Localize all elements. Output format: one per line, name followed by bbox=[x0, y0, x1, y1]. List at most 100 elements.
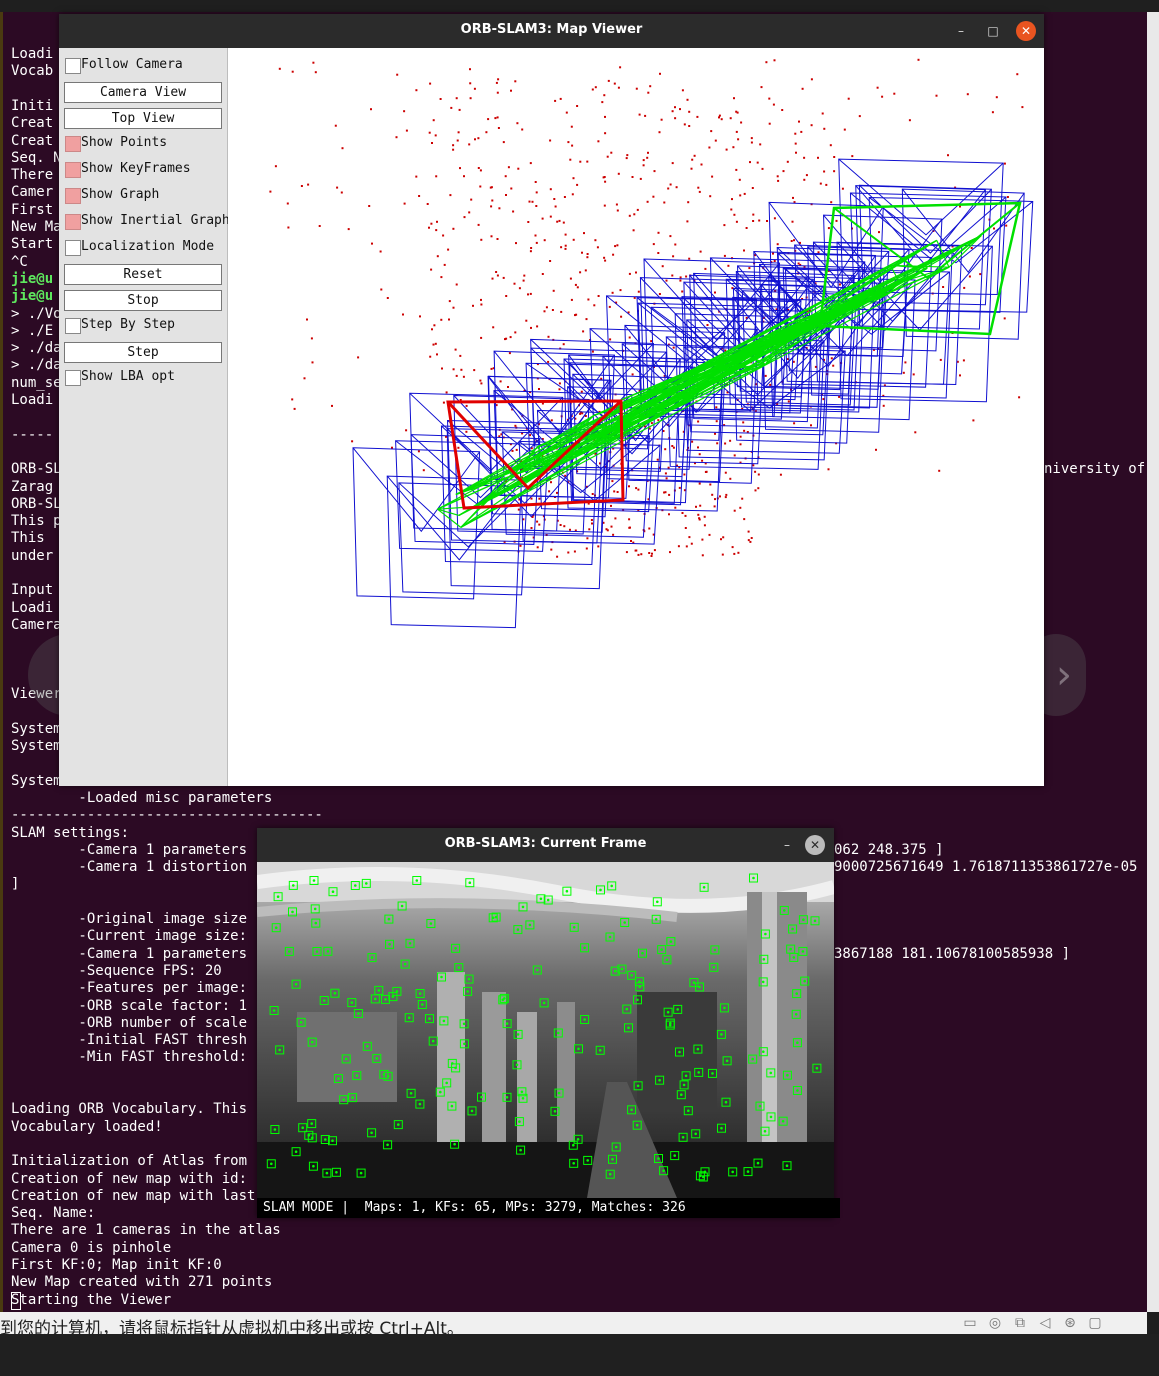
map-3d-view bbox=[269, 58, 1034, 629]
chevron-right-icon: › bbox=[1056, 652, 1072, 698]
follow-camera-label[interactable]: Follow Camera bbox=[81, 57, 183, 72]
reset-button[interactable]: Reset bbox=[64, 264, 222, 285]
show-points-checkbox[interactable] bbox=[65, 136, 81, 152]
covisibility-graph bbox=[437, 201, 1022, 528]
terminal-line: jie@u bbox=[11, 288, 54, 305]
disk-icon[interactable]: ▭ bbox=[960, 1314, 980, 1332]
terminal-line: First KF:0; Map init KF:0 bbox=[11, 1257, 222, 1273]
terminal-line: This bbox=[11, 530, 45, 547]
follow-camera-checkbox[interactable] bbox=[65, 58, 81, 74]
terminal-line: Creat bbox=[11, 132, 54, 149]
terminal-line: Vocab bbox=[11, 63, 54, 80]
terminal-line: -Initial FAST thresh bbox=[11, 1032, 248, 1049]
terminal-line: Vocabulary loaded! bbox=[11, 1118, 163, 1135]
show-keyframes-checkbox[interactable] bbox=[65, 162, 81, 178]
terminal-top-bar bbox=[0, 0, 1159, 12]
close-button[interactable]: ✕ bbox=[1016, 21, 1036, 41]
terminal-line-fragment: 9000725671649 1.7618711353861727e-05 bbox=[834, 859, 1138, 876]
terminal-line: Camera bbox=[11, 616, 62, 633]
step-by-step-label[interactable]: Step By Step bbox=[81, 317, 175, 332]
map-viewer-title: ORB-SLAM3: Map Viewer bbox=[460, 22, 643, 37]
terminal-line-fragment: 062 248.375 ] bbox=[834, 841, 944, 858]
terminal-line: New Ma bbox=[11, 219, 62, 235]
display-icon[interactable]: ▢ bbox=[1085, 1314, 1105, 1332]
terminal-left-edge bbox=[0, 12, 3, 1312]
map-viewer-window[interactable]: ORB-SLAM3: Map Viewer – □ ✕ Follow Camer… bbox=[59, 14, 1044, 786]
show-points-label[interactable]: Show Points bbox=[81, 135, 167, 150]
terminal-line: under bbox=[11, 547, 54, 564]
terminal-line: Creation of new map with id: bbox=[11, 1170, 248, 1187]
camera-view-button[interactable]: Camera View bbox=[64, 82, 222, 103]
show-graph-checkbox[interactable] bbox=[65, 188, 81, 204]
terminal-line: Starting the Viewer bbox=[11, 1291, 172, 1308]
cd-icon[interactable]: ◎ bbox=[985, 1314, 1005, 1332]
terminal-line: Initialization of Atlas from bbox=[11, 1153, 248, 1170]
localization-mode-checkbox[interactable] bbox=[65, 240, 81, 256]
host-bottom-bar bbox=[0, 1334, 1159, 1376]
minimize-button[interactable]: – bbox=[777, 835, 797, 855]
current-frame-title: ORB-SLAM3: Current Frame bbox=[444, 836, 647, 851]
terminal-line: > ./Vo bbox=[11, 305, 62, 322]
terminal-line: Seq. Name: bbox=[11, 1205, 96, 1222]
terminal-line: ORB-SL bbox=[11, 495, 62, 512]
show-inertial-graph-checkbox[interactable] bbox=[65, 214, 81, 230]
vm-device-icons: ▭ ◎ ⧉ ◁ ⊛ ▢ bbox=[960, 1314, 1105, 1334]
terminal-line: System bbox=[11, 720, 62, 737]
show-keyframes-label[interactable]: Show KeyFrames bbox=[81, 161, 191, 176]
step-button[interactable]: Step bbox=[64, 342, 222, 363]
current-frame-titlebar[interactable]: ORB-SLAM3: Current Frame – ✕ bbox=[257, 828, 834, 862]
terminal-line: First bbox=[11, 201, 54, 218]
terminal-line: -Features per image: bbox=[11, 980, 248, 997]
terminal-line: Seq. N bbox=[11, 149, 62, 166]
terminal-line: -Camera 1 parameters bbox=[11, 945, 248, 962]
map-viewer-titlebar[interactable]: ORB-SLAM3: Map Viewer – □ ✕ bbox=[59, 14, 1044, 48]
viewer-control-panel: Follow Camera Camera View Top View Show Poi… bbox=[59, 48, 230, 786]
terminal-line: -ORB number of scale bbox=[11, 1014, 248, 1031]
terminal-line: Loading ORB Vocabulary. This bbox=[11, 1101, 248, 1118]
top-view-button[interactable]: Top View bbox=[64, 108, 222, 129]
terminal-line: Camera 0 is pinhole bbox=[11, 1239, 172, 1256]
terminal-line: Initi bbox=[11, 97, 54, 114]
terminal-line: ------------------------------------- bbox=[11, 807, 323, 824]
terminal-line: Loadi bbox=[11, 392, 54, 408]
show-graph-label[interactable]: Show Graph bbox=[81, 187, 159, 202]
maximize-button[interactable]: □ bbox=[983, 21, 1003, 41]
sound-icon[interactable]: ◁ bbox=[1035, 1314, 1055, 1332]
terminal-line: Creation of new map with last bbox=[11, 1187, 256, 1204]
terminal-line: -Camera 1 parameters bbox=[11, 841, 248, 858]
camera-frame-image bbox=[256, 862, 836, 1198]
terminal-line: num_se bbox=[11, 374, 62, 391]
show-inertial-graph-label[interactable]: Show Inertial Graph bbox=[81, 213, 230, 228]
camera-frame-render bbox=[256, 862, 836, 1198]
terminal-line: jie@u bbox=[11, 270, 54, 287]
stop-button[interactable]: Stop bbox=[64, 290, 222, 311]
network-icon[interactable]: ⧉ bbox=[1010, 1314, 1030, 1332]
map-canvas[interactable] bbox=[228, 48, 1044, 786]
terminal-line: This p bbox=[11, 513, 62, 530]
usb-icon[interactable]: ⊛ bbox=[1060, 1314, 1080, 1332]
terminal-line: > ./E bbox=[11, 322, 54, 339]
terminal-cursor bbox=[11, 1292, 21, 1310]
terminal-line-fragment: 3867188 181.10678100585938 ] bbox=[834, 945, 1071, 962]
terminal-line: There are 1 cameras in the atlas bbox=[11, 1222, 281, 1239]
terminal-line: ^C bbox=[11, 253, 28, 270]
terminal-line: ----- bbox=[11, 426, 54, 443]
terminal-line: New Map created with 271 points bbox=[11, 1274, 273, 1291]
show-lba-opt-checkbox[interactable] bbox=[65, 370, 81, 386]
terminal-line: Creat bbox=[11, 115, 54, 132]
terminal-line: System bbox=[11, 772, 62, 789]
step-by-step-checkbox[interactable] bbox=[65, 318, 81, 334]
terminal-line: ORB-SL bbox=[11, 461, 62, 478]
show-lba-opt-label[interactable]: Show LBA opt bbox=[81, 369, 175, 384]
terminal-line: Loadi bbox=[11, 599, 54, 616]
current-frame-window[interactable]: ORB-SLAM3: Current Frame – ✕ SLAM MODE |… bbox=[256, 828, 840, 1218]
localization-mode-label[interactable]: Localization Mode bbox=[81, 239, 214, 254]
terminal-line: There bbox=[11, 167, 54, 184]
minimize-button[interactable]: – bbox=[951, 21, 971, 41]
terminal-line: -Min FAST threshold: bbox=[11, 1049, 248, 1066]
slam-status-bar: SLAM MODE | Maps: 1, KFs: 65, MPs: 3279,… bbox=[257, 1198, 840, 1218]
vm-right-frame bbox=[1147, 12, 1159, 1312]
close-button[interactable]: ✕ bbox=[805, 835, 825, 855]
terminal-line: Zarag bbox=[11, 478, 54, 495]
terminal-line: -ORB scale factor: 1 bbox=[11, 997, 248, 1014]
